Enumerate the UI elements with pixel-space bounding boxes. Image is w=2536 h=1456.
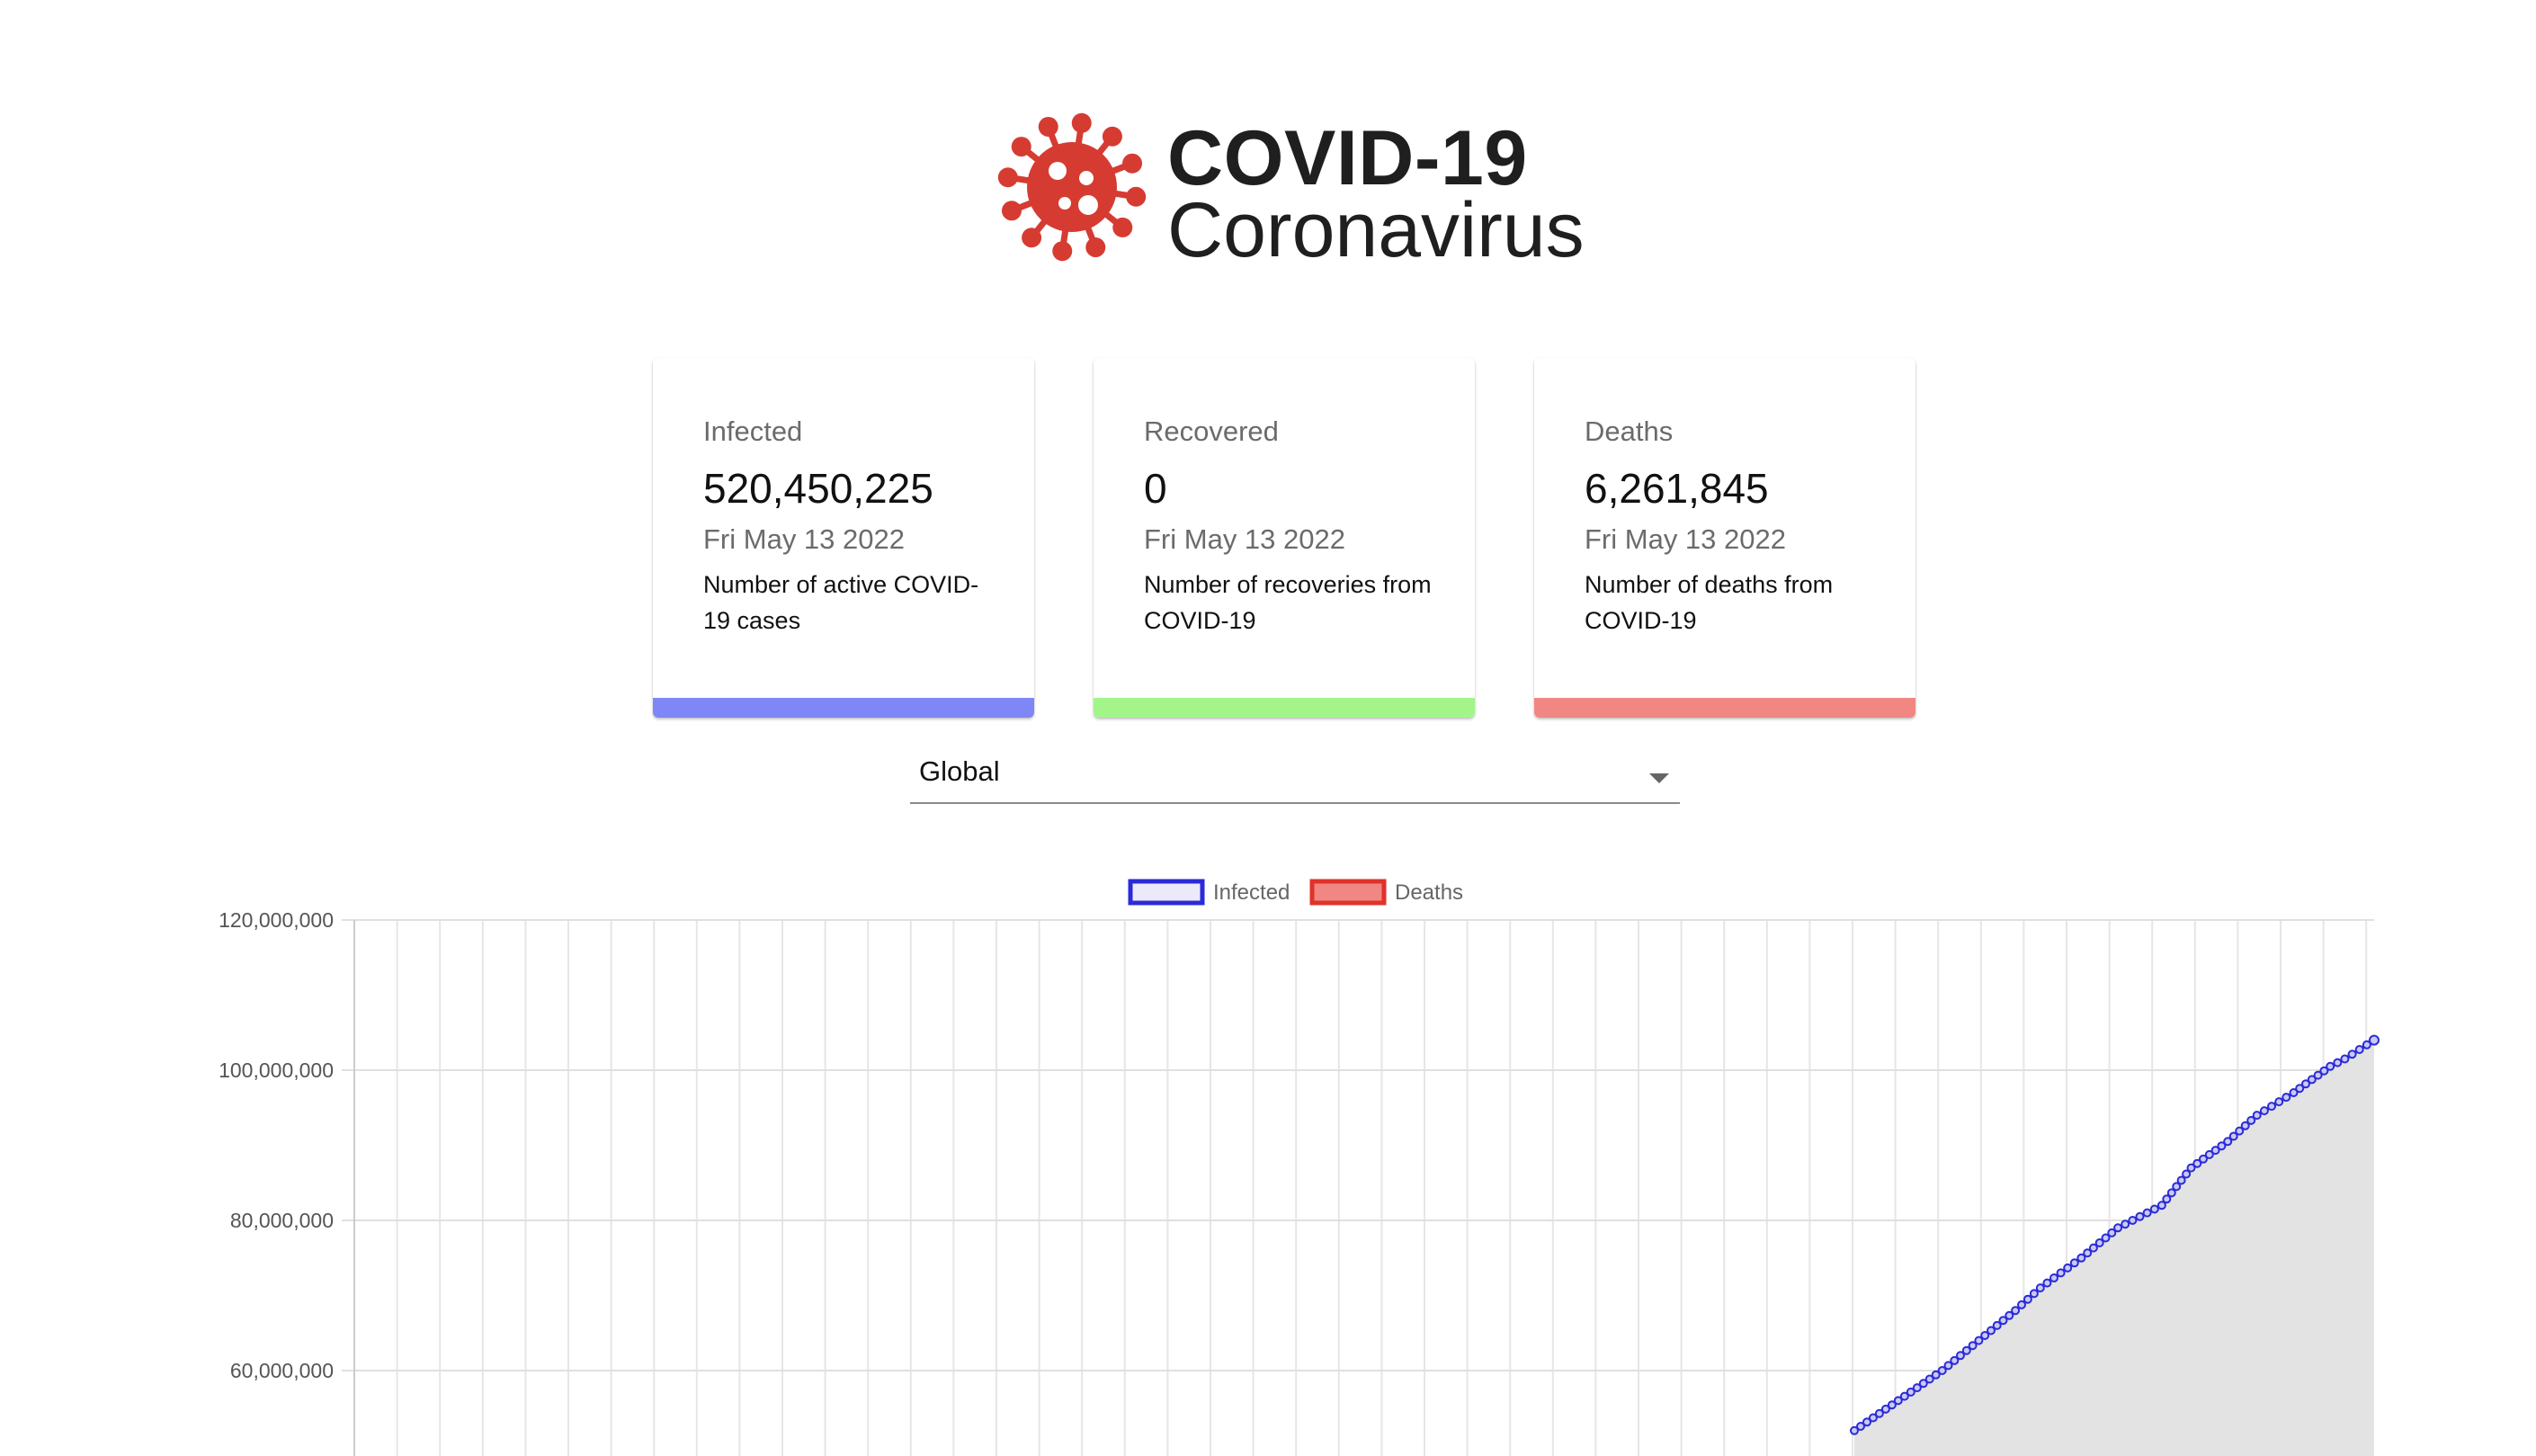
infected-point [2113, 1223, 2123, 1233]
legend-swatch [1128, 879, 1205, 906]
card-color-bar [1094, 698, 1475, 718]
y-tick-label: 120,000,000 [219, 908, 334, 932]
card-description: Number of recoveries from COVID-19 [1144, 571, 1432, 634]
stats-cards: Infected 520,450,225 Fri May 13 2022 Num… [653, 358, 1915, 719]
chart-canvas: Infected Deaths 120,000,000 100,000,000 80,0… [219, 879, 2380, 1456]
card-value: 0 [1144, 465, 1167, 512]
infected-point [2029, 1289, 2039, 1299]
virus-spot [1078, 195, 1098, 215]
card-color-bar [653, 698, 1034, 718]
card-label: Recovered [1144, 415, 1279, 447]
infected-point [2017, 1300, 2026, 1309]
card-label: Deaths [1585, 415, 1674, 447]
infected-point [2121, 1219, 2130, 1229]
card-color-bar [1534, 698, 1915, 718]
infected-point [2049, 1273, 2058, 1282]
legend-label: Deaths [1395, 880, 1463, 905]
infected-point [2035, 1283, 2045, 1293]
infected-point [2354, 1045, 2364, 1054]
virus-spot [1079, 171, 1094, 185]
country-select[interactable]: Global [910, 748, 1680, 804]
virus-spike-tip [1022, 228, 1042, 248]
infected-point [2069, 1258, 2079, 1268]
card-date: Fri May 13 2022 [1144, 523, 1345, 555]
card-recovered: Recovered 0 Fri May 13 2022 Number of re… [1094, 358, 1475, 718]
country-select-value: Global [919, 755, 1000, 787]
virus-spike-tip [1112, 217, 1133, 237]
chevron-down-icon[interactable] [1649, 773, 1669, 783]
infected-point [2252, 1111, 2262, 1121]
legend-swatch [1309, 879, 1387, 906]
infected-point [2340, 1054, 2350, 1064]
virus-spike-tip [1001, 201, 1022, 221]
virus-spike-tip [1122, 153, 1143, 174]
card-date: Fri May 13 2022 [703, 523, 905, 555]
virus-spike-tip [1071, 112, 1092, 133]
virus-spot [1049, 162, 1067, 180]
y-tick-label: 100,000,000 [219, 1059, 334, 1082]
infected-point [2326, 1061, 2335, 1071]
infected-area [1854, 1040, 2374, 1456]
y-tick-label: 60,000,000 [230, 1359, 334, 1382]
app-root: COVID-19 Coronavirus Infected 520,450,22… [0, 0, 2536, 1456]
y-tick-label: 80,000,000 [230, 1209, 334, 1232]
virus-spike-tip [997, 167, 1018, 188]
card-date: Fri May 13 2022 [1585, 523, 1786, 555]
virus-spike-tip [1052, 241, 1073, 262]
infected-point [2347, 1050, 2357, 1059]
virus-spike-tip [1085, 237, 1106, 258]
infected-point [2369, 1034, 2380, 1046]
virus-spike-tip [1126, 186, 1147, 207]
card-infected: Infected 520,450,225 Fri May 13 2022 Num… [653, 358, 1034, 718]
infected-point [2011, 1306, 2021, 1316]
card-value: 6,261,845 [1585, 465, 1769, 512]
infected-point [2042, 1278, 2052, 1288]
infected-point [2056, 1268, 2066, 1278]
card-value: 520,450,225 [703, 465, 933, 512]
infected-point [2333, 1058, 2343, 1067]
infected-point [2142, 1208, 2152, 1218]
virus-body [1027, 142, 1117, 232]
card-description: Number of active COVID-19 cases [703, 571, 979, 634]
infected-point [2282, 1093, 2291, 1103]
virus-icon [997, 112, 1147, 262]
infected-point [2023, 1294, 2032, 1304]
logo-subtitle: Coronavirus [1167, 187, 1585, 273]
logo: COVID-19 Coronavirus [989, 106, 1585, 273]
infected-point [2259, 1106, 2269, 1116]
virus-spike-tip [1011, 137, 1031, 157]
virus-spike-tip [1102, 126, 1122, 147]
infected-point [2063, 1263, 2073, 1273]
card-deaths: Deaths 6,261,845 Fri May 13 2022 Number … [1534, 358, 1915, 718]
infected-point [2267, 1102, 2276, 1112]
infected-point [2135, 1211, 2145, 1221]
infected-point [2274, 1097, 2284, 1107]
virus-spike-tip [1038, 116, 1058, 137]
card-description: Number of deaths from COVID-19 [1585, 571, 1834, 634]
line-chart: Infected Deaths 120,000,000 100,000,000 80,0… [0, 854, 2536, 1456]
legend-label: Infected [1213, 880, 1290, 905]
infected-point [2149, 1204, 2159, 1214]
infected-point [2128, 1216, 2138, 1225]
card-label: Infected [703, 415, 803, 447]
virus-spot [1058, 197, 1071, 210]
